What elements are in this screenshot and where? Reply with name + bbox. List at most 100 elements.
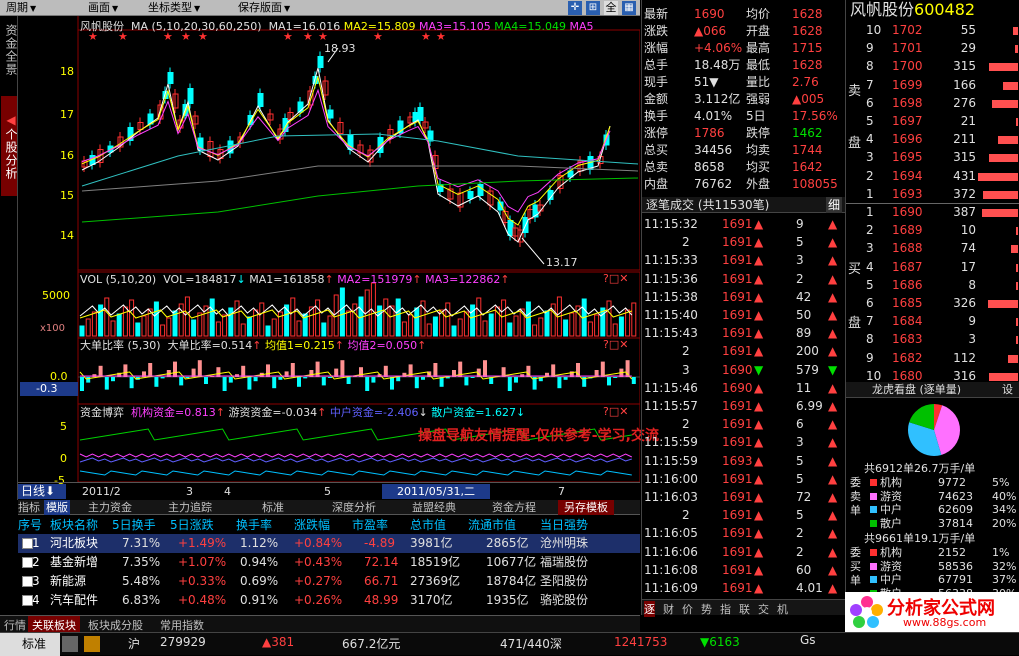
tick-tab[interactable]: 机: [777, 601, 788, 617]
bigorder-bar: [272, 377, 277, 389]
col-header[interactable]: 当日强势: [540, 516, 588, 533]
tick-row: 11:16:03 1691 ▲ 72 ▲: [642, 488, 845, 506]
sector-cell-no: 1: [32, 536, 40, 550]
col-header[interactable]: 流通市值: [468, 516, 516, 533]
col-header[interactable]: 5日涨跌: [170, 516, 214, 533]
status-bar: 标准 279929 ▲381 667.2亿元 471/440深 1241753 …: [0, 632, 1019, 656]
tab-panorama[interactable]: 资金全景: [1, 20, 18, 80]
fund-panel-icons[interactable]: ?□✕: [603, 405, 628, 418]
tick-tab[interactable]: 势: [701, 601, 712, 617]
col-header[interactable]: 换手率: [236, 516, 272, 533]
sector-row[interactable]: 2 基金新增 7.35% +1.07% 0.94% +0.43% 72.14 18519亿 10…: [18, 553, 640, 572]
dragon-side-label: 委: [850, 546, 861, 559]
up-arrow-icon: ▲: [828, 526, 838, 541]
tick-row: 11:16:09 1691 ▲ 4.01 ▲: [642, 579, 845, 597]
quote-l2: 最低: [746, 58, 771, 72]
volume-bar: [346, 310, 352, 337]
tick-tab[interactable]: 财: [663, 601, 674, 617]
tab-deep-analysis[interactable]: 深度分析: [332, 500, 376, 515]
ob-v: 10: [960, 223, 976, 238]
tab-yimeng-classic[interactable]: 益盟经典: [412, 500, 456, 515]
detail-button[interactable]: 细: [826, 197, 843, 213]
coord-type-menu-button[interactable]: 坐标类型 ▼: [148, 1, 200, 15]
tab-main-track[interactable]: 主力追踪: [168, 500, 212, 515]
dragon-total: 共6912单26.7万手/单: [864, 462, 976, 475]
bigorder-panel-icons[interactable]: ?□✕: [603, 338, 628, 351]
tick-tab[interactable]: 逐: [644, 601, 655, 617]
high-price-label: 18.93: [324, 42, 356, 55]
crosshair-icon[interactable]: ✛: [568, 1, 582, 15]
tick-p: 1691: [722, 471, 753, 486]
bid-row: 4 1687 17: [846, 259, 1019, 276]
col-header[interactable]: 板块名称: [50, 516, 98, 533]
volume-bar: [271, 318, 277, 337]
tick-t: 11:15:46: [644, 380, 698, 395]
tab-main-fund[interactable]: 主力资金: [88, 500, 132, 515]
tick-row: 11:15:59 1693 ▲ 5 ▲: [642, 452, 845, 470]
tick-v: 5: [796, 508, 804, 523]
quote-v: 51▼: [694, 75, 719, 89]
ob-v: 29: [960, 41, 976, 56]
volume-bar: [166, 317, 172, 337]
col-header[interactable]: 总市值: [410, 516, 446, 533]
sector-row[interactable]: 4 汽车配件 6.83% +0.48% 0.91% +0.26% 48.99 3170亿 193…: [18, 591, 640, 610]
period-menu-button[interactable]: 周期 ▼: [6, 1, 36, 15]
dragon-swatch: [870, 549, 877, 556]
settings-icon[interactable]: ▦: [622, 1, 636, 15]
dragon-swatch: [870, 479, 877, 486]
bigorder-bar: [433, 363, 438, 377]
tab-sector-stocks[interactable]: 板块成分股: [88, 617, 143, 633]
ob-n: 7: [866, 77, 874, 92]
ob-volume-bar: [989, 154, 1018, 163]
ma10-line: [81, 75, 611, 226]
tick-tab[interactable]: 联: [739, 601, 750, 617]
tab-template[interactable]: 模版: [44, 500, 70, 515]
fullscreen-button[interactable]: 全: [604, 1, 618, 15]
tick-tab[interactable]: 指: [720, 601, 731, 617]
tab-fund-equation[interactable]: 资金方程: [492, 500, 536, 515]
sector-cell-mv: 18519亿: [410, 555, 461, 569]
vol-panel-icons[interactable]: ?□✕: [603, 272, 628, 285]
ob-v: 315: [953, 150, 976, 165]
sector-row[interactable]: 1 河北板块 7.31% +1.49% 1.12% +0.84% -4.89 3981亿 286…: [18, 534, 640, 553]
save-layout-menu-button[interactable]: 保存版面 ▼: [238, 1, 290, 15]
draw-menu-button[interactable]: 画面 ▼: [88, 1, 118, 15]
ob-n: 8: [866, 332, 874, 347]
zoom-icon[interactable]: ⊞: [586, 1, 600, 15]
tab-common-index[interactable]: 常用指数: [160, 617, 204, 633]
volume-bar: [79, 325, 85, 337]
col-header[interactable]: 涨跌幅: [294, 516, 330, 533]
col-header[interactable]: 5日换手: [112, 516, 156, 533]
col-header[interactable]: 序号: [18, 516, 42, 533]
tab-indicator[interactable]: 指标: [18, 500, 40, 515]
tick-t: 2: [682, 235, 690, 250]
period-selector[interactable]: 日线⬇: [18, 484, 66, 499]
dragon-settings-button[interactable]: 设: [1002, 382, 1013, 398]
folder-icon[interactable]: [84, 636, 100, 652]
tick-p: 1691: [722, 562, 753, 577]
tick-row: 2 1691 ▲ 200 ▲: [642, 342, 845, 360]
tick-d: ▲: [754, 562, 764, 577]
bigorder-bar: [600, 361, 605, 377]
quote-v: 3.112亿: [694, 92, 741, 106]
standard-mode-button[interactable]: 标准: [0, 633, 60, 656]
tab-quote[interactable]: 行情: [4, 617, 26, 633]
tick-tab[interactable]: 价: [682, 601, 693, 617]
sector-cell-mv: 27369亿: [410, 574, 461, 588]
tick-v: 2: [796, 271, 804, 286]
sector-cell-fmv: 2865亿: [486, 536, 529, 550]
sector-row[interactable]: 3 新能源 5.48% +0.33% 0.69% +0.27% 66.71 27369亿 187…: [18, 572, 640, 591]
tab-stock-analysis[interactable]: ◀个股分析: [1, 96, 18, 196]
col-header[interactable]: 市盈率: [352, 516, 388, 533]
quote-l: 涨幅: [644, 41, 669, 55]
save-template-button[interactable]: 另存模板: [558, 500, 614, 515]
volume-bar: [451, 325, 457, 337]
dragon-cell-c: 散户: [880, 516, 902, 530]
tick-tab[interactable]: 交: [758, 601, 769, 617]
tab-standard[interactable]: 标准: [262, 500, 284, 515]
volume-bar: [457, 318, 463, 337]
bid-row: 9 1682 112: [846, 350, 1019, 367]
tick-v: 60: [796, 562, 812, 577]
keyboard-icon[interactable]: [62, 636, 78, 652]
tick-p: 1691: [722, 344, 753, 359]
